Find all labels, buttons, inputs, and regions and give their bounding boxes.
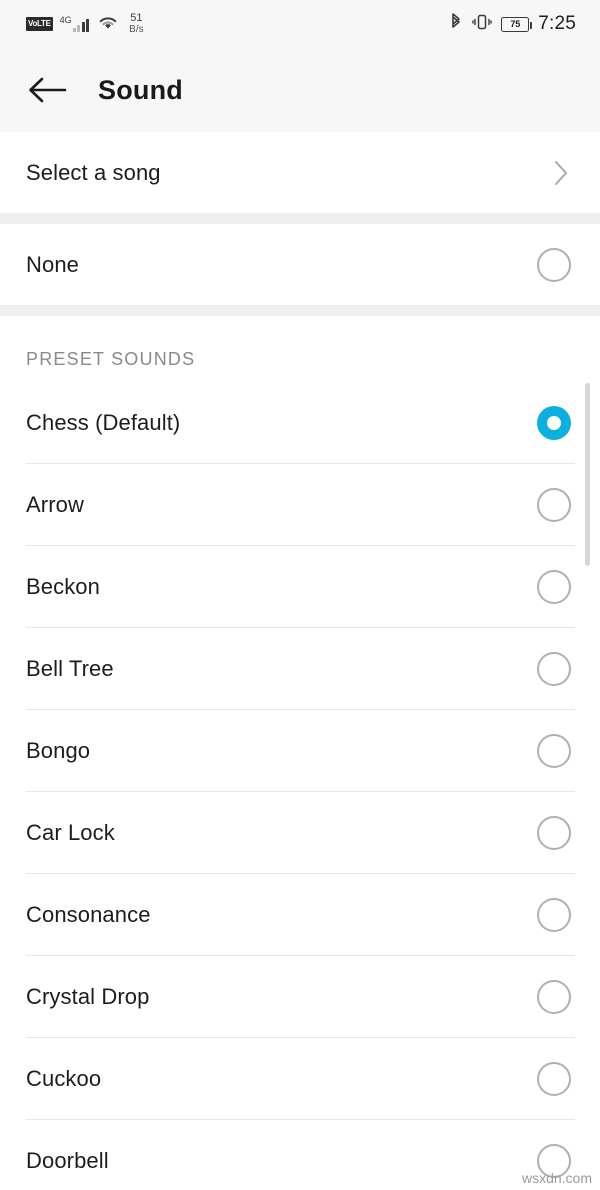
preset-sound-row[interactable]: Cuckoo [0, 1038, 600, 1119]
preset-sound-radio-button[interactable] [537, 569, 571, 604]
preset-sound-radio-button[interactable] [537, 1061, 571, 1096]
preset-sound-radio-button[interactable] [537, 815, 571, 850]
none-label: None [26, 251, 79, 277]
preset-sound-radio-button[interactable] [537, 897, 571, 932]
wifi-icon [96, 13, 120, 36]
preset-sound-row[interactable]: Consonance [0, 874, 600, 955]
preset-sound-label: Car Lock [26, 819, 115, 845]
preset-sound-label: Bongo [26, 737, 91, 763]
select-a-song-label: Select a song [26, 159, 161, 185]
preset-sound-radio-button[interactable] [537, 651, 571, 686]
preset-sound-radio-button[interactable] [537, 733, 571, 768]
watermark: wsxdn.com [521, 1170, 592, 1186]
preset-sounds-header: PRESET SOUNDS [0, 316, 600, 382]
preset-sound-row[interactable]: Doorbell [0, 1120, 600, 1190]
preset-sound-label: Arrow [26, 491, 84, 517]
preset-sound-row[interactable]: Beckon [0, 546, 600, 627]
status-bar: VoLTE 4G 51 B/s 75 7:25 [0, 0, 600, 48]
preset-sound-row[interactable]: Arrow [0, 464, 600, 545]
preset-sound-row[interactable]: Bell Tree [0, 628, 600, 709]
data-rate-indicator: 51 B/s [129, 11, 144, 35]
none-radio-button[interactable] [537, 247, 571, 282]
section-divider-band [0, 213, 600, 224]
preset-sound-label: Chess (Default) [26, 409, 181, 435]
preset-sound-radio-button[interactable] [537, 979, 571, 1014]
signal-bars-icon [72, 18, 90, 32]
data-rate-value: 51 [130, 11, 143, 24]
network-type-label: 4G [59, 15, 72, 25]
battery-percent: 75 [510, 19, 521, 29]
preset-sound-row[interactable]: Crystal Drop [0, 956, 600, 1037]
preset-sound-row[interactable]: Chess (Default) [0, 382, 600, 463]
preset-sound-row[interactable]: Car Lock [0, 792, 600, 873]
preset-sound-label: Crystal Drop [26, 983, 150, 1009]
page-title: Sound [98, 74, 183, 105]
preset-sound-radio-button[interactable] [537, 487, 571, 522]
bluetooth-icon [449, 12, 463, 37]
cellular-signal-icon: 4G [60, 16, 90, 32]
preset-sound-label: Bell Tree [26, 655, 114, 681]
preset-sound-radio-button[interactable] [537, 405, 571, 440]
preset-sound-label: Cuckoo [26, 1065, 102, 1091]
chevron-right-icon [546, 158, 576, 188]
back-arrow-icon[interactable] [26, 69, 68, 111]
data-rate-unit: B/s [129, 23, 144, 35]
scrollbar-thumb[interactable] [585, 383, 590, 566]
battery-icon: 75 [501, 16, 533, 32]
status-bar-right: 75 7:25 [449, 12, 576, 37]
volte-icon: VoLTE [26, 17, 53, 31]
none-row[interactable]: None [0, 224, 600, 305]
preset-sound-label: Beckon [26, 573, 100, 599]
clock: 7:25 [538, 13, 576, 34]
preset-sound-row[interactable]: Bongo [0, 710, 600, 791]
app-bar: Sound [0, 48, 600, 132]
preset-sound-label: Doorbell [26, 1147, 109, 1173]
phone-screen: VoLTE 4G 51 B/s 75 7:25 Sound Select a s… [0, 0, 600, 1190]
preset-sounds-list: Chess (Default) Arrow Beckon Bell Tree Bongo… [0, 382, 600, 1190]
select-a-song-row[interactable]: Select a song [0, 132, 600, 213]
section-divider-band-2 [0, 305, 600, 316]
vibrate-icon [472, 12, 492, 37]
preset-sounds-label: PRESET SOUNDS [26, 349, 196, 369]
preset-sound-label: Consonance [26, 901, 151, 927]
status-bar-left: VoLTE 4G 51 B/s [26, 11, 144, 36]
